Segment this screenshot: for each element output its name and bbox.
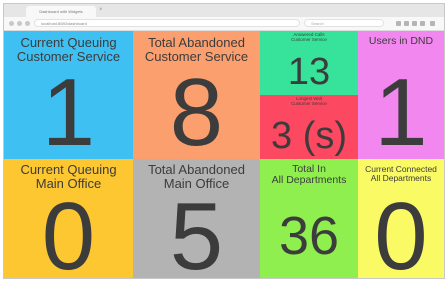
tile-label: Answered Calls Customer Service xyxy=(291,32,327,42)
bookmark-icon[interactable] xyxy=(396,21,401,26)
tile-current-queuing-customer-service: Current Queuing Customer Service 1 xyxy=(4,31,133,159)
tile-value: 1 xyxy=(41,59,96,160)
search-input[interactable]: Search xyxy=(304,19,384,27)
tile-value: 1 xyxy=(374,59,428,160)
tile-longest-wait-customer-service: Longest Wait Customer Service 3 (s) xyxy=(260,95,358,159)
tile-total-abandoned-customer-service: Total Abandoned Customer Service 8 xyxy=(133,31,260,159)
tile-users-in-dnd: Users in DND 1 xyxy=(358,31,444,159)
tile-total-in-all-departments: Total In All Departments 36 xyxy=(260,159,358,278)
menu-icon[interactable] xyxy=(430,21,435,26)
tile-value: 0 xyxy=(374,183,428,279)
download-icon[interactable] xyxy=(404,21,409,26)
tile-total-abandoned-main-office: Total Abandoned Main Office 5 xyxy=(133,159,260,278)
tab-strip: Dashboard with Widgets × xyxy=(4,4,444,17)
tile-current-connected-all-departments: Current Connected All Departments 0 xyxy=(358,159,444,278)
tile-value: 0 xyxy=(41,183,96,279)
tile-current-queuing-main-office: Current Queuing Main Office 0 xyxy=(4,159,133,278)
tile-value: 8 xyxy=(169,59,224,160)
back-icon[interactable] xyxy=(9,21,14,26)
home-icon[interactable] xyxy=(412,21,417,26)
tile-label: Total In All Departments xyxy=(271,163,347,187)
forward-icon[interactable] xyxy=(17,21,22,26)
browser-toolbar: localhost:8080/dashboard Search xyxy=(4,17,444,31)
browser-tab[interactable]: Dashboard with Widgets xyxy=(26,6,96,17)
tile-value: 13 xyxy=(287,51,331,93)
reload-icon[interactable] xyxy=(25,21,30,26)
tile-value: 36 xyxy=(278,206,340,266)
tile-value: 5 xyxy=(169,183,224,279)
tile-label: Longest Wait Customer Service xyxy=(291,96,327,106)
tile-answered-calls-customer-service: Answered Calls Customer Service 13 xyxy=(260,31,358,95)
tile-label: Current Connected All Departments xyxy=(365,164,437,184)
extension-icon[interactable] xyxy=(420,21,425,26)
browser-window: Dashboard with Widgets × localhost:8080/… xyxy=(3,3,445,279)
tile-value: 3 (s) xyxy=(271,115,347,157)
close-tab-icon[interactable]: × xyxy=(99,7,103,13)
address-bar[interactable]: localhost:8080/dashboard xyxy=(34,19,300,27)
tile-label: Users in DND xyxy=(368,35,434,47)
